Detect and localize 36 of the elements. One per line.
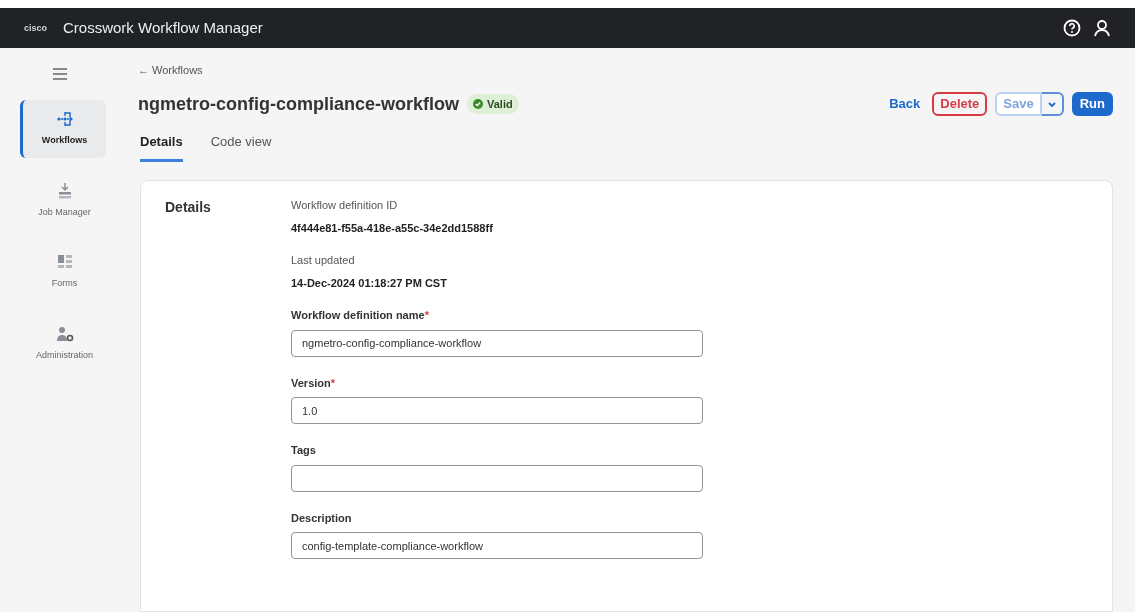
info-value: 4f444e81-f55a-418e-a55c-34e2dd1588ff	[291, 220, 494, 236]
info-label: Last updated	[291, 253, 356, 268]
delete-button[interactable]: Delete	[932, 92, 988, 116]
tab[interactable]: Details	[140, 131, 183, 162]
back-button[interactable]: Back	[885, 94, 925, 114]
field-label: Version*	[291, 375, 337, 391]
text-field[interactable]	[291, 464, 703, 492]
check-circle-icon	[473, 99, 483, 109]
text-field[interactable]: config-template-compliance-workflow	[291, 532, 703, 559]
help-icon[interactable]	[1063, 19, 1081, 37]
dropdown-button[interactable]	[1041, 92, 1064, 116]
section-heading: Details	[164, 198, 212, 217]
chevron-down-icon	[1046, 100, 1057, 108]
page-title: ngmetro-config-compliance-workflow	[138, 92, 459, 116]
text-field[interactable]: 1.0	[291, 397, 703, 424]
menu-icon[interactable]	[52, 68, 68, 80]
user-icon[interactable]	[1093, 19, 1111, 37]
nav-item[interactable]: Job Manager	[20, 171, 106, 229]
nav-item[interactable]: Administration	[20, 314, 106, 372]
nav-item[interactable]: Workflows	[20, 100, 106, 158]
field-label: Workflow definition name*	[291, 308, 430, 323]
workflow-icon	[55, 110, 74, 128]
run-button[interactable]: Run	[1071, 92, 1113, 116]
app-title: Crosswork Workflow Manager	[63, 17, 263, 38]
text-field[interactable]: ngmetro-config-compliance-workflow	[291, 329, 703, 357]
field-label: Tags	[291, 443, 317, 458]
info-label: Workflow definition ID	[291, 198, 399, 213]
forms-icon	[55, 253, 74, 271]
tab[interactable]: Code view	[210, 131, 272, 162]
field-label: Description	[291, 510, 353, 526]
info-value: 14-Dec-2024 01:18:27 PM CST	[291, 275, 448, 291]
user-gear-icon	[55, 324, 74, 343]
back-link[interactable]: ← Workflows	[120, 62, 1113, 79]
nav-item[interactable]: Forms	[20, 243, 106, 301]
status-badge: Valid	[467, 93, 519, 115]
logo: cisco	[24, 23, 47, 33]
